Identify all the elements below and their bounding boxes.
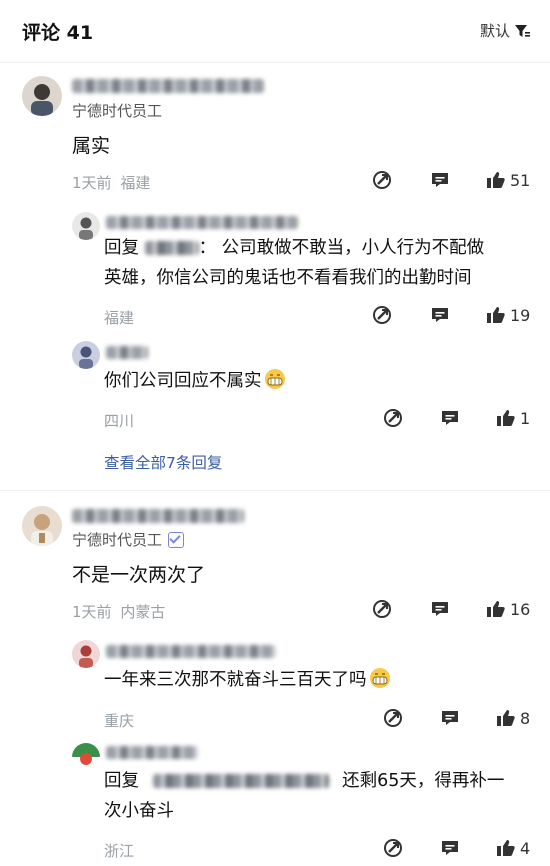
avatar[interactable] (22, 506, 62, 546)
user-role-badge: 宁德时代员工 (72, 100, 162, 121)
avatar[interactable] (72, 741, 100, 769)
avatar[interactable] (72, 640, 100, 668)
username-blurred[interactable] (72, 509, 244, 523)
comment-bubble-icon (432, 173, 448, 187)
reply-line-1: 还剩65天，得再补一 (342, 771, 505, 791)
thumbs-up-icon (497, 710, 515, 726)
reply-text: 你们公司回应不属实 (104, 366, 286, 396)
reply-text: 回复 ： 公司敢做不敢当，小人行为不配做 英雄，你信公司的鬼话也不看看我们的出勤… (104, 233, 524, 293)
comment-actions: 51 (0, 170, 550, 194)
share-button[interactable] (372, 305, 392, 325)
reply-button[interactable] (440, 408, 460, 428)
reply-button[interactable] (440, 838, 460, 858)
reply-prefix: 回复 (104, 238, 139, 258)
user-role-badge: 宁德时代员工 (72, 529, 185, 550)
grin-emoji-icon (264, 369, 285, 389)
username-blurred[interactable] (106, 645, 276, 658)
grin-emoji-icon (369, 668, 390, 688)
comment-bubble-icon (442, 711, 458, 725)
reply-actions: 19 (0, 305, 550, 329)
comment-bubble-icon (442, 411, 458, 425)
thumbs-up-icon (497, 840, 515, 856)
share-icon (384, 709, 402, 727)
share-icon (373, 600, 391, 618)
comment-bubble-icon (442, 841, 458, 855)
comments-title: 评论 41 (22, 22, 94, 44)
comments-header: 评论 41 默认 (0, 0, 550, 63)
share-button[interactable] (383, 838, 403, 858)
reply-target-separator: ： (198, 238, 217, 258)
share-button[interactable] (383, 708, 403, 728)
sort-label: 默认 (479, 22, 510, 40)
share-button[interactable] (372, 170, 392, 190)
username-blurred[interactable] (106, 216, 298, 229)
share-icon (373, 171, 391, 189)
reply-line-1: 公司敢做不敢当，小人行为不配做 (221, 238, 485, 258)
like-count: 16 (510, 599, 531, 619)
username-blurred[interactable] (72, 79, 264, 93)
share-icon (373, 306, 391, 324)
reply-button[interactable] (440, 708, 460, 728)
reply-target-blurred[interactable] (152, 774, 329, 788)
user-role-text: 宁德时代员工 (72, 102, 163, 120)
comment-text: 属实 (72, 135, 111, 157)
like-button[interactable]: 1 (496, 408, 530, 428)
view-all-replies-link[interactable]: 查看全部7条回复 (104, 451, 222, 473)
thumbs-up-icon (487, 601, 505, 617)
reply-prefix: 回复 (104, 771, 139, 791)
username-blurred[interactable] (106, 746, 198, 759)
comment-text: 不是一次两次了 (72, 564, 206, 586)
reply-line-2: 次小奋斗 (104, 801, 174, 821)
like-button[interactable]: 16 (486, 599, 530, 619)
thumbs-up-icon (487, 307, 505, 323)
reply-actions: 1 (0, 408, 550, 432)
reply-actions: 4 (0, 838, 550, 862)
like-count: 1 (520, 408, 531, 428)
like-button[interactable]: 19 (486, 305, 530, 325)
share-button[interactable] (383, 408, 403, 428)
reply-button[interactable] (430, 305, 450, 325)
comment-bubble-icon (432, 308, 448, 322)
comment-divider (0, 490, 550, 491)
filter-icon (515, 24, 530, 37)
comment-bubble-icon (432, 602, 448, 616)
username-blurred[interactable] (106, 346, 148, 359)
user-role-text: 宁德时代员工 (72, 531, 163, 549)
like-count: 8 (520, 708, 531, 728)
reply-button[interactable] (430, 170, 450, 190)
like-button[interactable]: 4 (496, 838, 530, 858)
avatar[interactable] (72, 341, 100, 369)
reply-text: 一年来三次那不就奋斗三百天了吗 (104, 665, 391, 695)
avatar[interactable] (72, 212, 100, 240)
reply-button[interactable] (430, 599, 450, 619)
verified-check-icon (168, 531, 185, 548)
like-button[interactable]: 8 (496, 708, 530, 728)
like-count: 51 (510, 170, 531, 190)
sort-button[interactable]: 默认 (480, 20, 530, 41)
thumbs-up-icon (497, 410, 515, 426)
reply-text: 回复 还剩65天，得再补一 次小奋斗 (104, 766, 534, 826)
share-icon (384, 409, 402, 427)
reply-target-blurred[interactable] (144, 241, 199, 255)
reply-line-2: 英雄，你信公司的鬼话也不看看我们的出勤时间 (104, 268, 472, 288)
comment-actions: 16 (0, 599, 550, 623)
like-button[interactable]: 51 (486, 170, 530, 190)
avatar[interactable] (22, 76, 62, 116)
share-icon (384, 839, 402, 857)
reply-line-1: 一年来三次那不就奋斗三百天了吗 (104, 670, 367, 690)
like-count: 19 (510, 305, 531, 325)
thumbs-up-icon (487, 172, 505, 188)
reply-line-1: 你们公司回应不属实 (104, 371, 262, 391)
reply-actions: 8 (0, 708, 550, 732)
like-count: 4 (520, 838, 531, 858)
share-button[interactable] (372, 599, 392, 619)
